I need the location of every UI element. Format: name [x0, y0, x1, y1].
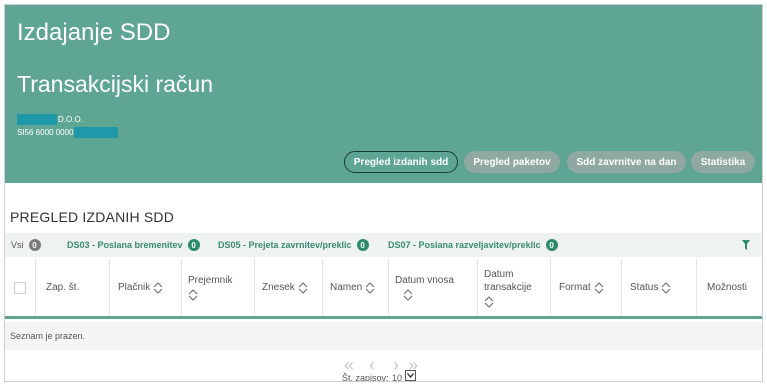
filter-chip-label: DS05 - Prejeta zavrnitev/preklic	[218, 240, 352, 250]
count-badge: 0	[545, 239, 558, 251]
column-datum-vnosa[interactable]: Datum vnosa	[389, 259, 478, 316]
empty-state-row: Seznam je prazen.	[5, 322, 762, 350]
table-header: Zap. št. Plačnik Prejemnik Znesek Namen	[5, 259, 762, 319]
select-all-cell	[5, 259, 36, 316]
column-label: Zap. št.	[46, 282, 80, 293]
sort-icon[interactable]	[403, 289, 413, 301]
account-iban: SI56 6000 0000	[17, 126, 118, 138]
company-name: D.O.O.	[17, 113, 83, 125]
app-title: Izdajanje SDD	[17, 19, 171, 46]
column-label: Znesek	[262, 282, 295, 293]
column-label: Namen	[330, 282, 363, 293]
column-label: Datum transakcije	[484, 268, 532, 293]
section-title: PREGLED IZDANIH SDD	[10, 209, 175, 225]
column-label: Plačnik	[118, 282, 151, 293]
pagination: « ‹ › » Št. zapisov: 10	[5, 355, 762, 382]
next-page-icon[interactable]: ›	[393, 356, 399, 374]
page-size-label: Št. zapisov:	[342, 373, 389, 382]
sort-icon[interactable]	[365, 281, 375, 294]
sort-icon[interactable]	[661, 281, 671, 294]
redacted-iban-suffix	[73, 126, 118, 138]
filter-chip-label: Vsi	[11, 240, 24, 250]
column-status[interactable]: Status	[622, 259, 697, 316]
column-placnik[interactable]: Plačnik	[110, 259, 182, 316]
first-page-icon[interactable]: «	[344, 356, 354, 374]
redacted-company-name	[17, 113, 57, 125]
column-zap-st: Zap. št.	[36, 259, 110, 316]
page-header: Izdajanje SDD Transakcijski račun D.O.O.…	[5, 5, 762, 183]
filter-chip-label: DS07 - Poslana razveljavitev/preklic	[388, 240, 541, 250]
filter-chip-ds03[interactable]: DS03 - Poslana bremenitev 0	[67, 239, 200, 251]
previous-page-icon[interactable]: ‹	[369, 356, 375, 374]
empty-state-text: Seznam je prazen.	[10, 331, 86, 341]
column-datum-transakcije[interactable]: Datum transakcije	[478, 259, 551, 316]
column-prejemnik[interactable]: Prejemnik	[182, 259, 255, 316]
company-suffix: D.O.O.	[58, 114, 83, 124]
account-title: Transakcijski račun	[17, 71, 213, 97]
column-label: Možnosti	[707, 282, 748, 293]
count-badge: 0	[187, 239, 200, 251]
sort-icon[interactable]	[153, 281, 163, 294]
sort-icon[interactable]	[298, 281, 308, 294]
filter-chip-label: DS03 - Poslana bremenitev	[67, 240, 183, 250]
column-namen[interactable]: Namen	[323, 259, 389, 316]
sort-icon[interactable]	[188, 289, 198, 301]
filter-icon[interactable]	[742, 240, 750, 250]
filter-chip-ds07[interactable]: DS07 - Poslana razveljavitev/preklic 0	[388, 239, 558, 251]
count-badge: 0	[356, 239, 369, 251]
column-format[interactable]: Format	[551, 259, 622, 316]
column-moznosti: Možnosti	[697, 259, 762, 316]
column-label: Prejemnik	[188, 275, 233, 286]
count-badge: 0	[28, 239, 41, 251]
page-size-value: 10	[392, 373, 403, 382]
sort-icon[interactable]	[484, 295, 494, 308]
select-all-checkbox[interactable]	[14, 281, 26, 294]
nav-button-statistika[interactable]: Statistika	[691, 151, 755, 173]
column-label: Format	[559, 282, 591, 293]
page-frame: Izdajanje SDD Transakcijski račun D.O.O.…	[4, 4, 763, 382]
nav-button-sdd-zavrnitve-na-dan[interactable]: Sdd zavrnitve na dan	[567, 151, 686, 173]
status-filter-bar: Vsi 0 DS03 - Poslana bremenitev 0 DS05 -…	[5, 233, 762, 257]
filter-chip-vsi[interactable]: Vsi 0	[11, 239, 41, 251]
filter-chip-ds05[interactable]: DS05 - Prejeta zavrnitev/preklic 0	[218, 239, 369, 251]
iban-prefix: SI56 6000 0000	[17, 127, 74, 137]
sort-icon[interactable]	[594, 281, 604, 294]
column-label: Status	[630, 282, 659, 293]
nav-button-pregled-izdanih-sdd[interactable]: Pregled izdanih sdd	[344, 151, 458, 173]
column-znesek[interactable]: Znesek	[255, 259, 323, 316]
page-size-select[interactable]	[405, 370, 416, 381]
column-label: Datum vnosa	[395, 275, 454, 286]
nav-button-pregled-paketov[interactable]: Pregled paketov	[464, 151, 560, 173]
chevron-down-icon	[407, 373, 414, 378]
